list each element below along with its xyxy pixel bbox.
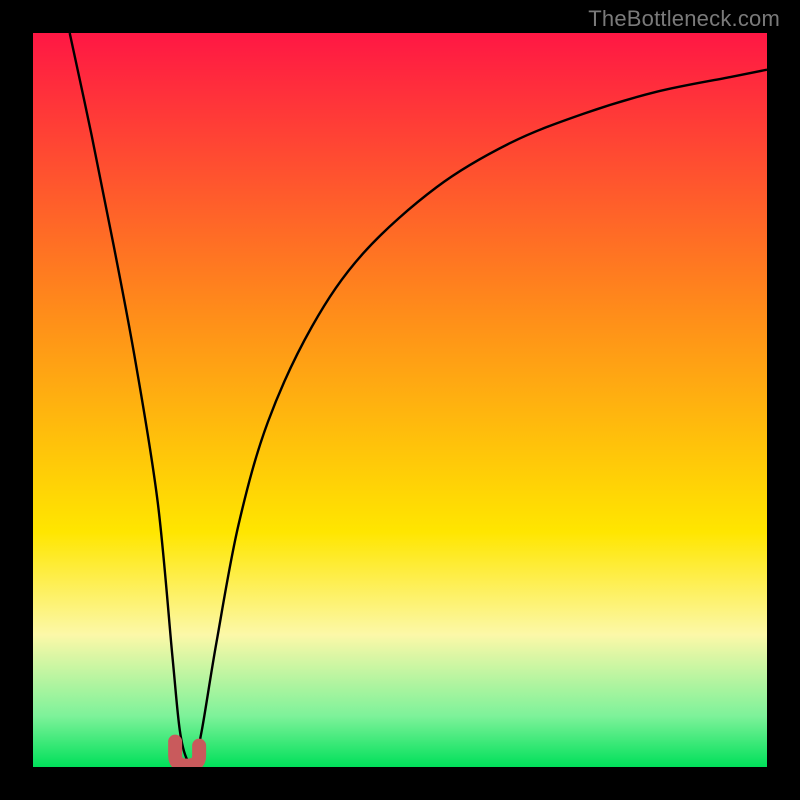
plot-area	[33, 33, 767, 767]
optimal-marker	[33, 33, 767, 767]
watermark-text: TheBottleneck.com	[588, 6, 780, 32]
chart-frame: TheBottleneck.com	[0, 0, 800, 800]
